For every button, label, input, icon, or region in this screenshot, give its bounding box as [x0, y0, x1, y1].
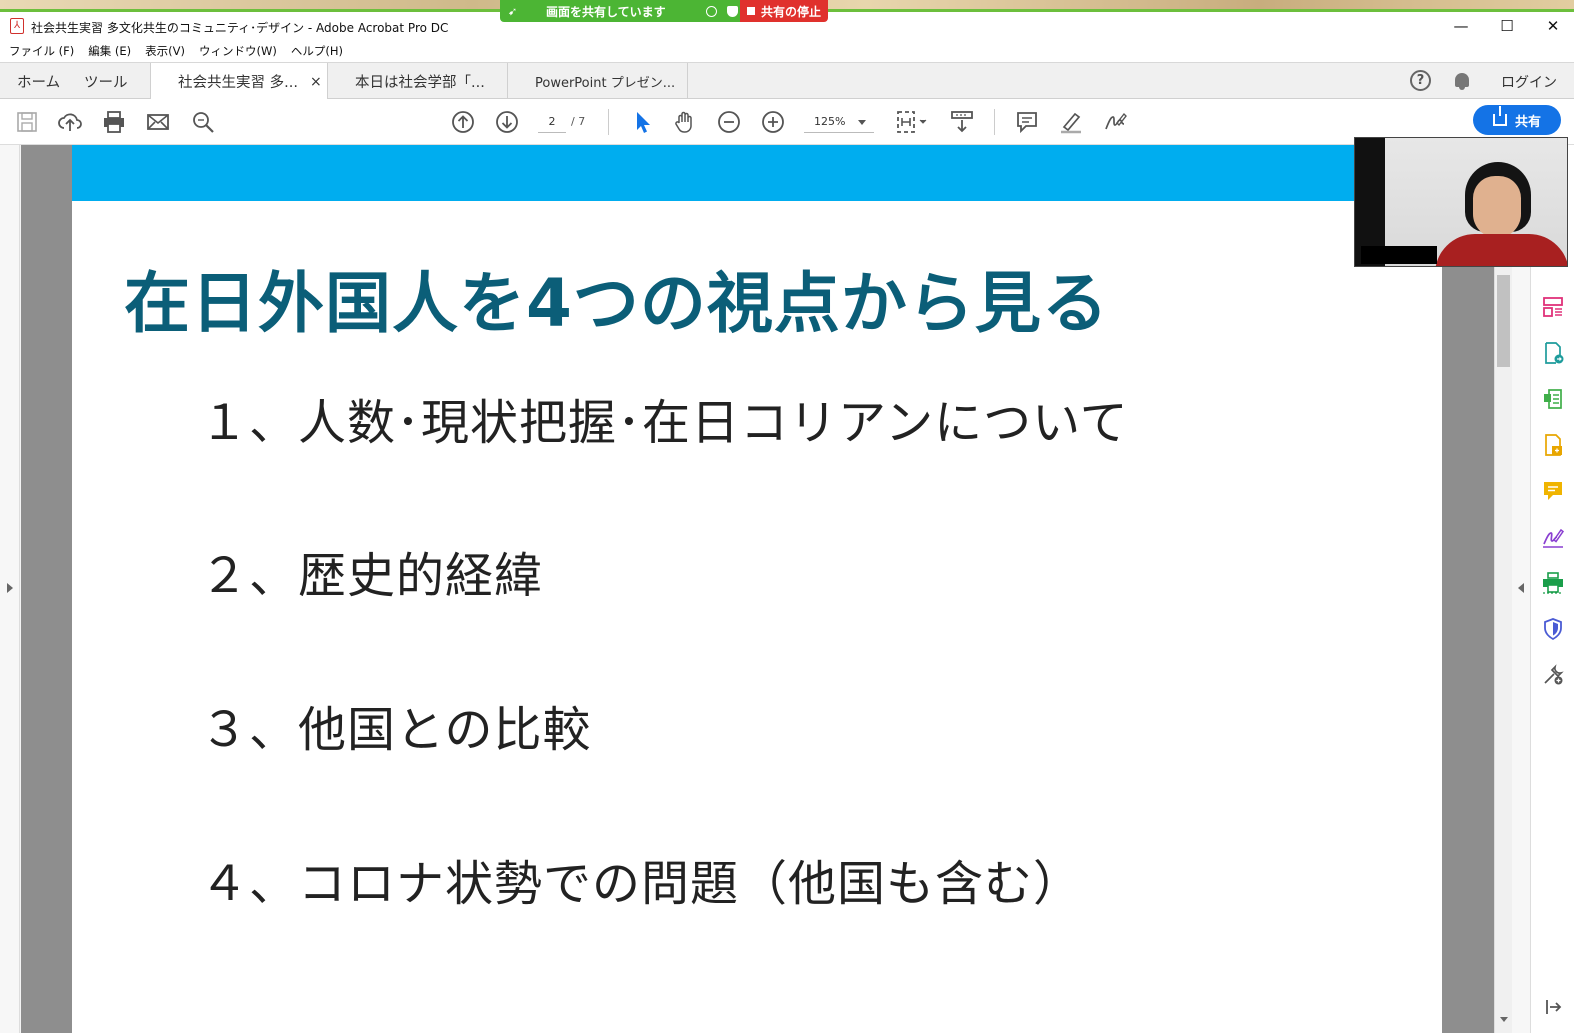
share-upload-icon: [1492, 106, 1507, 126]
protect-icon[interactable]: [1541, 617, 1565, 641]
collapse-right-panel-icon[interactable]: [1518, 583, 1524, 593]
right-panel-divider[interactable]: [1512, 145, 1530, 1033]
highlight-icon[interactable]: [1058, 109, 1084, 135]
zoom-in-icon[interactable]: [760, 109, 786, 135]
organize-pages-icon[interactable]: [1541, 295, 1565, 319]
acrobat-app-icon: ⅄: [10, 18, 24, 34]
tab-home[interactable]: ホーム: [17, 63, 60, 99]
pdf-page: 在日外国人を4つの視点から見る １、人数･現状把握･在日コリアンについて ２、歴…: [72, 145, 1442, 1033]
save-icon[interactable]: [14, 109, 40, 135]
tab-close-icon[interactable]: ×: [310, 74, 322, 90]
tab-bar: ホーム ツール 社会共生実習 多... × 本日は社会学部「... PowerP…: [0, 62, 1574, 100]
minimize-button[interactable]: —: [1438, 12, 1484, 40]
create-pdf-icon[interactable]: [1541, 433, 1565, 457]
print-production-icon[interactable]: [1541, 571, 1565, 595]
login-link[interactable]: ログイン: [1501, 72, 1557, 92]
toolbar-separator: [994, 109, 995, 135]
export-pdf-icon[interactable]: [1541, 341, 1565, 365]
menu-edit[interactable]: 編集 (E): [88, 43, 131, 59]
webcam-person-body: [1435, 234, 1567, 266]
select-arrow-icon[interactable]: [629, 109, 655, 135]
page-down-icon[interactable]: [494, 109, 520, 135]
upload-icon[interactable]: [57, 109, 83, 135]
slide-item-4: ４、コロナ状勢での問題（他国も含む）: [200, 856, 1083, 912]
menu-window[interactable]: ウィンドウ(W): [199, 43, 277, 59]
slide-title: 在日外国人を4つの視点から見る: [124, 265, 1109, 342]
sharing-label: 画面を共有しています: [546, 4, 666, 19]
participant-name-bar: [1361, 246, 1437, 264]
page-total-label: / 7: [571, 115, 586, 128]
tab-tools[interactable]: ツール: [84, 63, 128, 99]
window-title: 社会共生実習 多文化共生のコミュニティ･デザイン - Adobe Acrobat…: [31, 21, 449, 35]
scroll-down-icon[interactable]: [1500, 1017, 1508, 1022]
tab-document-2[interactable]: 本日は社会学部「...: [328, 63, 508, 99]
stop-square-icon: [747, 7, 755, 15]
slide-item-2: ２、歴史的経緯: [200, 548, 544, 604]
sharing-status[interactable]: ➹ 画面を共有しています: [500, 0, 740, 22]
slide-item-3: ３、他国との比較: [200, 702, 592, 758]
hand-icon[interactable]: [672, 109, 698, 135]
fit-page-icon[interactable]: [895, 109, 929, 135]
security-shield-icon: [726, 5, 738, 17]
edit-pdf-icon[interactable]: [1541, 387, 1565, 411]
chevron-down-icon: [858, 120, 866, 125]
menu-bar: ファイル (F) 編集 (E) 表示(V) ウィンドウ(W) ヘルプ(H): [0, 40, 1574, 62]
scrollbar-thumb[interactable]: [1497, 275, 1510, 367]
tab-document-2-label: 本日は社会学部「...: [355, 74, 485, 91]
document-viewport[interactable]: 在日外国人を4つの視点から見る １、人数･現状把握･在日コリアンについて ２、歴…: [21, 145, 1494, 1033]
zoom-level-value: 125%: [814, 115, 846, 128]
tab-document-3-label: PowerPoint プレゼン...: [535, 75, 676, 91]
webcam-person-face: [1473, 176, 1521, 238]
close-window-button[interactable]: ✕: [1530, 12, 1574, 40]
notification-bell-icon[interactable]: [1453, 71, 1471, 91]
tab-document-3[interactable]: PowerPoint プレゼン...: [508, 63, 688, 99]
menu-help[interactable]: ヘルプ(H): [291, 43, 343, 59]
slide-item-1: １、人数･現状把握･在日コリアンについて: [200, 395, 1129, 451]
fill-sign-icon[interactable]: [1541, 525, 1565, 549]
sign-icon[interactable]: [1102, 109, 1128, 135]
stop-sharing-label: 共有の停止: [761, 4, 822, 19]
zoom-level-dropdown[interactable]: 125%: [804, 111, 874, 133]
left-navigation-rail[interactable]: [0, 145, 20, 1033]
comment-tool-icon[interactable]: [1541, 479, 1565, 503]
share-button-label: 共有: [1514, 114, 1541, 130]
print-icon[interactable]: [101, 109, 127, 135]
page-number-input[interactable]: 2: [538, 111, 566, 133]
page-up-icon[interactable]: [450, 109, 476, 135]
screen-share-banner: ➹ 画面を共有しています 共有の停止: [500, 0, 828, 22]
main-toolbar: 2 / 7 125% 共有: [0, 99, 1574, 145]
maximize-button[interactable]: ☐: [1484, 12, 1530, 40]
expand-left-panel-icon[interactable]: [7, 583, 13, 593]
tab-document-1[interactable]: 社会共生実習 多... ×: [150, 63, 328, 100]
collapse-panel-icon[interactable]: [1541, 995, 1565, 1019]
zoom-out-icon[interactable]: [716, 109, 742, 135]
share-button[interactable]: 共有: [1473, 105, 1561, 135]
search-icon[interactable]: [190, 109, 216, 135]
menu-file[interactable]: ファイル (F): [9, 43, 74, 59]
vertical-scrollbar[interactable]: [1494, 145, 1512, 1033]
slide-header-band: [72, 145, 1442, 201]
share-pin-icon: ➹: [508, 4, 518, 18]
toolbar-separator: [608, 109, 609, 135]
share-status-icon: [705, 5, 717, 17]
tools-pane: [1530, 145, 1574, 1033]
help-icon[interactable]: ?: [1410, 70, 1431, 91]
mail-icon[interactable]: [145, 109, 171, 135]
document-workspace: 在日外国人を4つの視点から見る １、人数･現状把握･在日コリアンについて ２、歴…: [0, 145, 1574, 1033]
more-tools-icon[interactable]: [1541, 663, 1565, 687]
comment-icon[interactable]: [1014, 109, 1040, 135]
menu-view[interactable]: 表示(V): [145, 43, 185, 59]
scroll-mode-icon[interactable]: [949, 109, 975, 135]
webcam-video-thumbnail[interactable]: [1354, 137, 1568, 267]
stop-sharing-button[interactable]: 共有の停止: [740, 0, 828, 22]
tab-document-1-label: 社会共生実習 多...: [178, 75, 298, 91]
